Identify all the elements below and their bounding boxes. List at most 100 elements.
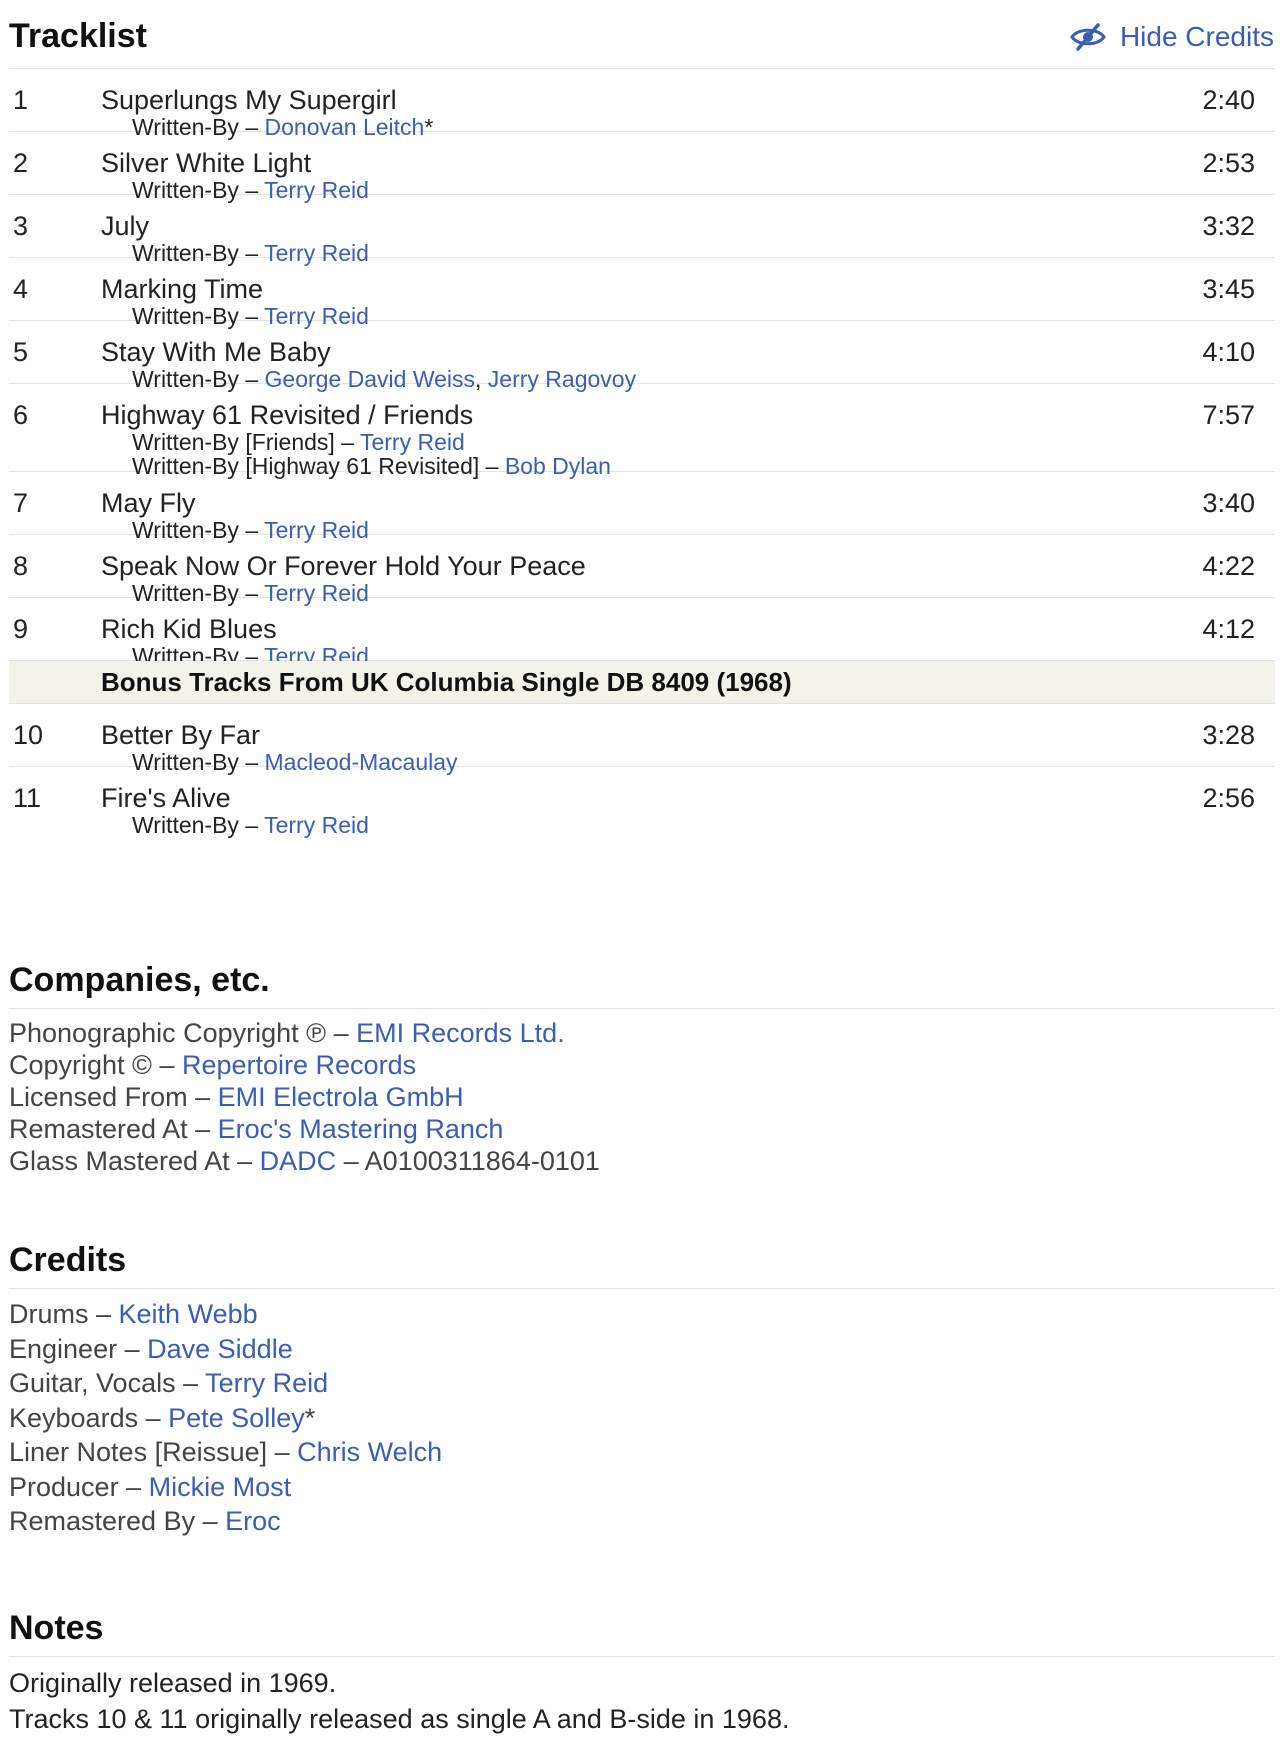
credit-separator: –: [118, 1471, 149, 1502]
artist-link[interactable]: Keith Webb: [119, 1299, 258, 1329]
track-duration: 2:56: [1202, 783, 1255, 813]
tracklist-title: Tracklist: [9, 17, 147, 55]
track-number: 1: [13, 85, 29, 115]
track-row: 8 Speak Now Or Forever Hold Your Peace 4:2…: [9, 535, 1275, 606]
notes-section: Notes Originally released in 1969. Tracks…: [9, 1608, 1275, 1737]
artist-link[interactable]: EMI Records Ltd.: [356, 1018, 565, 1048]
tracklist-table: 1 Superlungs My Supergirl 2:40 Written-By –…: [9, 69, 1275, 838]
track-row: 1 Superlungs My Supergirl 2:40 Written-By –…: [9, 69, 1275, 140]
track-duration: 2:53: [1202, 148, 1255, 178]
credit-line: Drums – Keith Webb: [9, 1297, 1275, 1332]
track-duration: 4:10: [1202, 337, 1255, 367]
artist-link[interactable]: Dave Siddle: [147, 1334, 293, 1364]
track-title: Speak Now Or Forever Hold Your Peace: [101, 551, 586, 581]
track-row: 2 Silver White Light 2:53 Written-By – Terr…: [9, 132, 1275, 203]
company-line: Phonographic Copyright ℗ – EMI Records L…: [9, 1017, 1275, 1049]
hide-credits-button[interactable]: Hide Credits: [1070, 20, 1274, 54]
credit-role: Guitar, Vocals: [9, 1368, 176, 1398]
credit-suffix: – A0100311864-0101: [336, 1146, 600, 1176]
credit-separator: –: [187, 1082, 218, 1112]
artist-link[interactable]: Repertoire Records: [182, 1050, 416, 1080]
credit-separator: –: [151, 1050, 182, 1080]
track-duration: 4:22: [1202, 551, 1255, 581]
track-row: 9 Rich Kid Blues 4:12 Written-By – Terry Re…: [9, 598, 1275, 669]
credit-role: Written-By: [132, 812, 239, 838]
artist-link[interactable]: Terry Reid: [264, 812, 369, 838]
credit-line: Keyboards – Pete Solley*: [9, 1401, 1275, 1436]
company-line: Glass Mastered At – DADC – A0100311864-0…: [9, 1145, 1275, 1177]
track-duration: 2:40: [1202, 85, 1255, 115]
track-title: Rich Kid Blues: [101, 614, 277, 644]
credit-separator: –: [267, 1437, 298, 1467]
track-number: 5: [13, 337, 29, 367]
track-row: 11 Fire's Alive 2:56 Written-By – Terry Rei…: [9, 767, 1275, 838]
track-number: 7: [13, 488, 29, 518]
credit-separator: –: [238, 812, 265, 838]
artist-link[interactable]: Chris Welch: [297, 1437, 442, 1467]
artist-link[interactable]: Pete Solley: [168, 1403, 305, 1433]
credit-separator: –: [117, 1333, 148, 1364]
track-number: 8: [13, 551, 29, 581]
track-title: Stay With Me Baby: [101, 337, 331, 367]
track-title: July: [101, 211, 150, 241]
companies-divider: [9, 1008, 1275, 1009]
track-credit: Written-By – Terry Reid: [132, 811, 369, 839]
track-number: 6: [13, 400, 29, 430]
track-duration: 7:57: [1202, 400, 1255, 430]
note-line: Originally released in 1969.: [9, 1668, 337, 1698]
credits-section: Credits Drums – Keith Webb Engineer – Dav…: [9, 1240, 1275, 1539]
companies-list: Phonographic Copyright ℗ – EMI Records L…: [9, 1017, 1275, 1177]
track-title: Highway 61 Revisited / Friends: [101, 400, 474, 430]
credit-role: Glass Mastered At: [9, 1146, 230, 1176]
track-title: Silver White Light: [101, 148, 312, 178]
artist-link[interactable]: EMI Electrola GmbH: [218, 1082, 464, 1112]
credit-role: Phonographic Copyright ℗: [9, 1018, 327, 1048]
artist-link[interactable]: Eroc's Mastering Ranch: [218, 1114, 504, 1144]
track-duration: 3:45: [1202, 274, 1255, 304]
credit-role: Liner Notes [Reissue]: [9, 1437, 268, 1467]
credit-suffix: *: [304, 1402, 316, 1433]
credit-role: Remastered By: [9, 1506, 196, 1536]
credit-separator: –: [138, 1402, 169, 1433]
credits-divider: [9, 1288, 1275, 1289]
tracklist-heading: Bonus Tracks From UK Columbia Single DB …: [101, 667, 792, 697]
credit-separator: –: [175, 1368, 206, 1398]
artist-link[interactable]: Mickie Most: [149, 1472, 292, 1502]
credit-role: Engineer: [9, 1333, 118, 1364]
companies-section: Companies, etc. Phonographic Copyright ℗…: [9, 960, 1275, 1177]
credits-list: Drums – Keith Webb Engineer – Dave Siddle…: [9, 1297, 1275, 1539]
track-title: Marking Time: [101, 274, 264, 304]
artist-link[interactable]: Terry Reid: [205, 1368, 328, 1398]
track-title: Superlungs My Supergirl: [101, 85, 397, 115]
credit-line: Producer – Mickie Most: [9, 1470, 1275, 1505]
company-line: Licensed From – EMI Electrola GmbH: [9, 1081, 1275, 1113]
track-duration: 4:12: [1202, 614, 1255, 644]
credit-role: Copyright ©: [9, 1050, 152, 1080]
track-duration: 3:28: [1202, 720, 1255, 750]
credit-line: Liner Notes [Reissue] – Chris Welch: [9, 1435, 1275, 1470]
release-page: Tracklist Hide Credits 1 Superlungs My Su…: [0, 0, 1284, 1760]
tracklist-header: Tracklist Hide Credits: [9, 0, 1275, 68]
track-row: 6 Highway 61 Revisited / Friends 7:57 Writt…: [9, 384, 1275, 479]
credit-role: Licensed From: [9, 1082, 188, 1112]
hide-credits-label: Hide Credits: [1119, 21, 1274, 52]
track-number: 4: [13, 274, 29, 304]
track-row: 4 Marking Time 3:45 Written-By – Terry Reid: [9, 258, 1275, 329]
credit-separator: –: [326, 1018, 357, 1048]
track-number: 10: [13, 720, 44, 750]
track-number: 3: [13, 211, 29, 241]
credit-role: Keyboards: [9, 1402, 139, 1433]
track-row: 10 Better By Far 3:28 Written-By – Macleod-…: [9, 704, 1275, 775]
track-number: 2: [13, 148, 29, 178]
notes-divider: [9, 1656, 1275, 1657]
artist-link[interactable]: DADC: [260, 1146, 337, 1176]
credit-separator: –: [195, 1506, 226, 1536]
credit-role: Drums: [9, 1299, 89, 1329]
company-line: Copyright © – Repertoire Records: [9, 1049, 1275, 1081]
credit-role: Remastered At: [9, 1114, 188, 1144]
track-row: 7 May Fly 3:40 Written-By – Terry Reid: [9, 472, 1275, 543]
track-row: 5 Stay With Me Baby 4:10 Written-By – Georg…: [9, 321, 1275, 392]
tracklist-heading-row: Bonus Tracks From UK Columbia Single DB …: [9, 661, 1275, 704]
notes-title: Notes: [9, 1609, 104, 1647]
artist-link[interactable]: Eroc: [225, 1506, 281, 1536]
